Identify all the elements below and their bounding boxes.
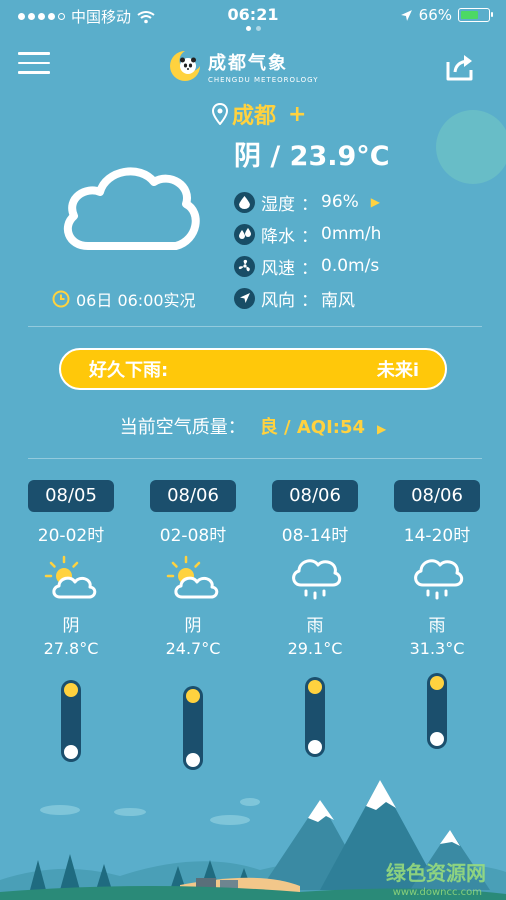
high-dot [308,680,322,694]
detail-colon: ： [301,258,318,279]
low-dot [186,753,200,767]
detail-wind-direction: 风向 ： 南风 [234,282,381,314]
forecast-period: 08-14时 [281,526,349,546]
humidity-icon [234,191,255,213]
high-dot [64,683,78,697]
detail-colon: ： [301,290,318,311]
detail-wind-speed: 风速 ： 0.0m/s [234,250,381,282]
forecast-date: 08/06 [150,480,236,512]
cloud-icon [63,167,200,250]
partly-cloudy-icon [166,555,219,599]
high-dot [430,676,444,690]
detail-value: 南风 [321,290,355,311]
detail-precipitation: 降水 ： 0mm/h [234,218,381,250]
low-dot [308,740,322,754]
menu-button[interactable] [18,52,50,76]
forecast-temp: 29.1°C [287,639,343,658]
detail-value: 0.0m/s [321,256,380,276]
forecast-period: 14-20时 [403,526,471,546]
add-city-button[interactable]: + [288,102,306,127]
detail-label: 降水 [261,226,295,247]
location-pin-icon [212,103,228,125]
precipitation-icon [234,223,255,245]
location-arrow-icon [400,9,412,21]
temperature-bar [183,686,203,770]
wind-speed-icon [234,255,255,277]
rain-cloud-icon [292,559,342,600]
forecast-temp: 24.7°C [165,639,221,658]
banner-left-text: 好久下雨: [89,360,169,381]
rain-cloud-icon [414,559,464,600]
forecast-temp: 31.3°C [409,639,465,658]
app-logo: 成都气象 CHENGDU METEOROLOGY [168,46,319,86]
banner-right-text: 未来i [376,360,419,381]
forecast-condition: 阴 [184,616,202,636]
play-arrow-icon[interactable]: ▶ [377,422,386,436]
forecast-item[interactable]: 08/06 08-14时 雨 29.1°C [272,480,358,661]
forecast-item[interactable]: 08/06 14-20时 雨 31.3°C [394,480,480,661]
observation-time-label: 06日 06:00实况 [76,291,196,310]
forecast-item[interactable]: 08/05 20-02时 阴 27.8°C [28,480,114,661]
city-name: 成都 [232,104,277,129]
play-arrow-icon[interactable]: ▶ [371,195,380,209]
forecast-condition: 雨 [428,616,446,636]
watermark-url: www.downcc.com [392,887,482,898]
detail-colon: ： [301,226,318,247]
divider [28,326,482,327]
forecast-period: 02-08时 [159,526,227,546]
detail-value: 0mm/h [321,224,382,244]
forecast-date: 08/06 [394,480,480,512]
battery-percent: 66% [418,6,452,24]
air-quality-row[interactable]: 当前空气质量： 良 / AQI:54 ▶ [0,413,506,439]
city-selector[interactable]: 成都 + [212,98,306,130]
weather-details: 湿度 ： 96% ▶ 降水 ： 0mm/h 风速 ： 0.0m/s 风向 ： 南 [234,186,381,314]
detail-value: 96% [321,192,359,212]
rain-notice-banner[interactable]: 好久下雨: 未来i [59,348,447,390]
observation-time: 06日 06:00实况 [52,287,196,311]
forecast-period: 20-02时 [37,526,105,546]
high-dot [186,689,200,703]
temperature-bar [305,677,325,757]
forecast-condition: 阴 [62,616,80,636]
aqi-label: 当前空气质量： [119,417,246,438]
low-dot [430,732,444,746]
floating-bubble[interactable] [436,110,506,184]
current-weather-summary: 阴 / 23.9°C [234,141,390,172]
forecast-strip: 08/05 20-02时 阴 27.8°C 08/06 02-08时 阴 24.… [28,480,482,780]
partly-cloudy-icon [44,555,97,599]
forecast-temp: 27.8°C [43,639,99,658]
divider [28,458,482,459]
clock-icon [52,290,70,308]
detail-label: 风速 [261,258,295,279]
panda-logo-icon [170,51,200,81]
detail-colon: ： [301,194,318,215]
watermark-text: 绿色资源网 [386,861,486,885]
battery-icon [458,8,493,22]
detail-label: 湿度 [261,194,295,215]
logo-subtitle: CHENGDU METEOROLOGY [208,75,319,84]
logo-title: 成都气象 [208,52,288,74]
forecast-date: 08/05 [28,480,114,512]
forecast-date: 08/06 [272,480,358,512]
detail-label: 风向 [261,290,295,311]
detail-humidity[interactable]: 湿度 ： 96% ▶ [234,186,381,218]
forecast-condition: 雨 [306,616,324,636]
temperature-bar [61,680,81,762]
low-dot [64,745,78,759]
aqi-value: 良 / AQI:54 [259,417,366,438]
forecast-item[interactable]: 08/06 02-08时 阴 24.7°C [150,480,236,661]
temperature-bar [427,673,447,749]
status-right: 66% [400,6,493,24]
page-indicator[interactable] [0,26,506,31]
wind-direction-icon [234,287,255,309]
share-icon[interactable] [444,52,476,82]
